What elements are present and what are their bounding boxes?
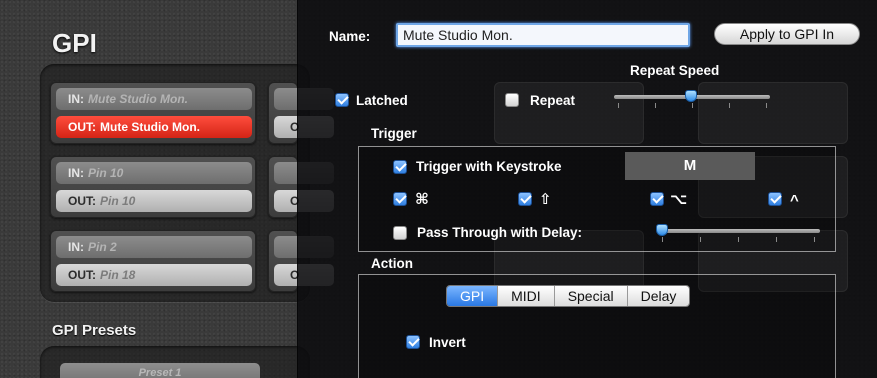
pass-through-delay-slider[interactable]: [658, 229, 820, 233]
apply-to-gpi-in-button[interactable]: Apply to GPI In: [714, 23, 860, 45]
tab-midi[interactable]: MIDI: [498, 286, 555, 306]
pass-through-label: Pass Through with Delay:: [417, 225, 583, 240]
slider-tick: [700, 237, 701, 242]
shift-icon: ⇧: [539, 191, 552, 208]
gpi-in-pill[interactable]: IN: Mute Studio Mon.: [56, 88, 252, 110]
slider-tick: [655, 103, 656, 108]
shift-modifier-checkbox[interactable]: [518, 192, 532, 206]
slider-tick: [618, 103, 619, 108]
gpi-row-partial-3[interactable]: O: [268, 230, 334, 292]
trigger-keystroke-label: Trigger with Keystroke: [416, 159, 562, 174]
slider-tick: [766, 103, 767, 108]
trigger-section-title: Trigger: [371, 126, 417, 141]
gpi-edit-hud: Name: Mute Studio Mon. Apply to GPI In R…: [297, 0, 877, 378]
control-icon: ^: [790, 192, 799, 209]
option-icon: ⌥: [670, 191, 688, 208]
keystroke-field[interactable]: M: [625, 152, 755, 180]
repeat-label: Repeat: [530, 93, 576, 108]
gpi-title: GPI: [52, 28, 97, 58]
gpi-in-pill[interactable]: IN: Pin 2: [56, 236, 252, 258]
pass-through-delay-slider-knob[interactable]: [656, 224, 668, 236]
gpi-out-pill[interactable]: OUT: Pin 10: [56, 190, 252, 212]
gpi-row-1[interactable]: IN: Mute Studio Mon. OUT: Mute Studio Mon.: [50, 82, 256, 144]
gpi-row-partial-1[interactable]: O: [268, 82, 334, 144]
latched-checkbox[interactable]: [335, 93, 349, 107]
tab-special[interactable]: Special: [554, 286, 628, 306]
gpi-out-pill[interactable]: OUT: Pin 18: [56, 264, 252, 286]
repeat-speed-label: Repeat Speed: [630, 63, 720, 78]
trigger-keystroke-checkbox[interactable]: [393, 160, 407, 174]
control-modifier-checkbox[interactable]: [768, 192, 782, 206]
command-modifier-checkbox[interactable]: [393, 192, 407, 206]
gpi-in-pill[interactable]: IN: Pin 10: [56, 162, 252, 184]
gpi-row-2[interactable]: IN: Pin 10 OUT: Pin 10: [50, 156, 256, 218]
option-modifier-checkbox[interactable]: [650, 192, 664, 206]
slider-tick: [776, 237, 777, 242]
name-label: Name:: [329, 29, 371, 44]
ghost-gpi-group: [494, 82, 644, 144]
action-tab-bar: GPI MIDI Special Delay: [446, 285, 691, 307]
latched-label: Latched: [356, 93, 408, 108]
invert-label: Invert: [429, 335, 466, 350]
slider-tick: [692, 103, 693, 108]
invert-checkbox[interactable]: [406, 335, 420, 349]
slider-tick: [729, 103, 730, 108]
slider-tick: [662, 237, 663, 242]
ghost-gpi-group: [698, 82, 848, 144]
gpi-presets-title: GPI Presets: [52, 322, 137, 339]
tab-delay[interactable]: Delay: [627, 286, 690, 306]
gpi-row-3[interactable]: IN: Pin 2 OUT: Pin 18: [50, 230, 256, 292]
repeat-checkbox[interactable]: [505, 93, 519, 107]
command-icon: ⌘: [415, 191, 429, 208]
tab-gpi[interactable]: GPI: [447, 286, 499, 306]
pass-through-checkbox[interactable]: [393, 226, 407, 240]
name-field[interactable]: Mute Studio Mon.: [396, 23, 690, 47]
slider-tick: [814, 237, 815, 242]
slider-tick: [738, 237, 739, 242]
repeat-speed-slider-knob[interactable]: [685, 90, 697, 102]
preset-button[interactable]: Preset 1: [60, 363, 260, 378]
gpi-out-pill[interactable]: OUT: Mute Studio Mon.: [56, 116, 252, 138]
gpi-row-partial-2[interactable]: O: [268, 156, 334, 218]
action-section-title: Action: [371, 256, 413, 271]
